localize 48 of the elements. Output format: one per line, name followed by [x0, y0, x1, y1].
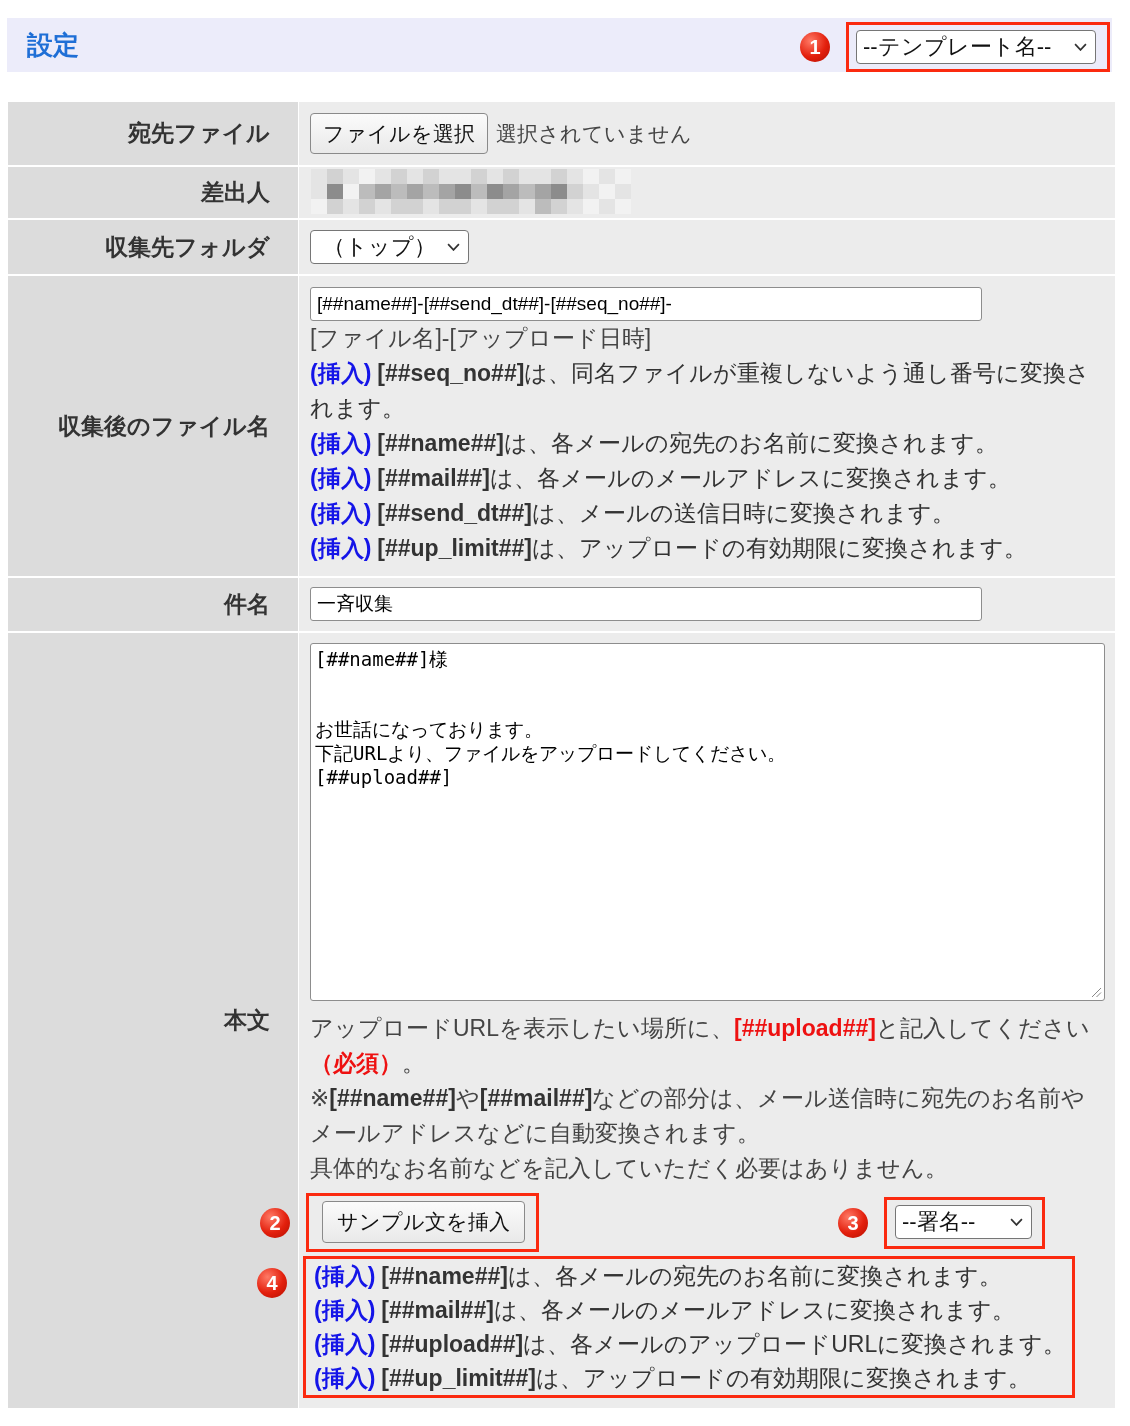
chevron-down-icon [1010, 1217, 1023, 1226]
help-text: (挿入) [##seq_no##]は、同名ファイルが重複しないよう通し番号に変換されます。 [310, 359, 1092, 423]
file-status-text: 選択されていません [496, 120, 692, 147]
field-label: 宛先ファイル [128, 119, 270, 148]
insert-link[interactable]: (挿入) [314, 1331, 376, 1357]
insert-sample-button[interactable]: サンプル文を挿入 [322, 1201, 525, 1243]
page-title: 設定 [27, 28, 79, 62]
help-text: (挿入) [##up_limit##]は、アップロードの有効期限に変換されます。 [314, 1364, 1031, 1393]
chevron-down-icon [1074, 43, 1087, 51]
chevron-down-icon [447, 243, 460, 251]
insert-link[interactable]: (挿入) [310, 535, 372, 561]
help-text: (挿入) [##upload##]は、各メールのアップロードURLに変換されます。 [314, 1330, 1067, 1359]
choose-file-button[interactable]: ファイルを選択 [310, 113, 488, 154]
resize-grip-icon[interactable] [1091, 987, 1102, 998]
help-text: (挿入) [##send_dt##]は、メールの送信日時に変換されます。 [310, 499, 955, 528]
help-text: (挿入) [##name##]は、各メールの宛先のお名前に変換されます。 [310, 429, 998, 458]
signature-select[interactable]: --署名-- [895, 1204, 1032, 1239]
insert-link[interactable]: (挿入) [310, 430, 372, 456]
help-text: (挿入) [##up_limit##]は、アップロードの有効期限に変換されます。 [310, 534, 1027, 563]
insert-link[interactable]: (挿入) [314, 1297, 376, 1323]
body-text-line: お世話になっております。 [315, 717, 543, 741]
body-text-line: [##name##]様 [315, 647, 449, 671]
template-select[interactable]: --テンプレート名-- [856, 30, 1096, 64]
field-label: 収集先フォルダ [105, 232, 270, 262]
field-label: 差出人 [201, 178, 270, 207]
field-label: 収集後のファイル名 [58, 411, 270, 441]
insert-link[interactable]: (挿入) [314, 1365, 376, 1391]
insert-link[interactable]: (挿入) [310, 500, 372, 526]
callout-badge: 1 [800, 32, 830, 62]
subject-field[interactable]: 一斉収集 [310, 587, 982, 621]
folder-select[interactable]: （トップ） [310, 230, 469, 264]
filename-suffix-text: [ファイル名]-[アップロード日時] [310, 324, 652, 353]
note-text: ※[##name##]や[##mail##]などの部分は、メール送信時に宛先のお名前やメールアドレスなどに自動変換されます。 [310, 1084, 1087, 1148]
message-body-field[interactable]: [##name##]様 お世話になっております。 下記URLより、ファイルをアップロードしてください。 [##upload##] [310, 643, 1105, 1001]
field-label: 件名 [224, 590, 270, 619]
body-text-line: [##upload##] [315, 765, 453, 789]
body-text-line: 下記URLより、ファイルをアップロードしてください。 [315, 741, 787, 765]
help-text: (挿入) [##mail##]は、各メールのメールアドレスに変換されます。 [310, 464, 1011, 493]
insert-link[interactable]: (挿入) [310, 465, 372, 491]
insert-link[interactable]: (挿入) [310, 360, 372, 386]
note-text: アップロードURLを表示したい場所に、[##upload##]と記入してください（必須）。 [310, 1014, 1091, 1078]
help-text: (挿入) [##name##]は、各メールの宛先のお名前に変換されます。 [314, 1262, 1002, 1291]
field-label: 本文 [224, 1006, 270, 1035]
callout-badge: 3 [838, 1207, 868, 1238]
note-text: 具体的なお名前などを記入していただく必要はありません。 [310, 1154, 948, 1183]
insert-link[interactable]: (挿入) [314, 1263, 376, 1289]
filename-field[interactable]: [##name##]-[##send_dt##]-[##seq_no##]- [310, 287, 982, 321]
help-text: (挿入) [##mail##]は、各メールのメールアドレスに変換されます。 [314, 1296, 1015, 1325]
